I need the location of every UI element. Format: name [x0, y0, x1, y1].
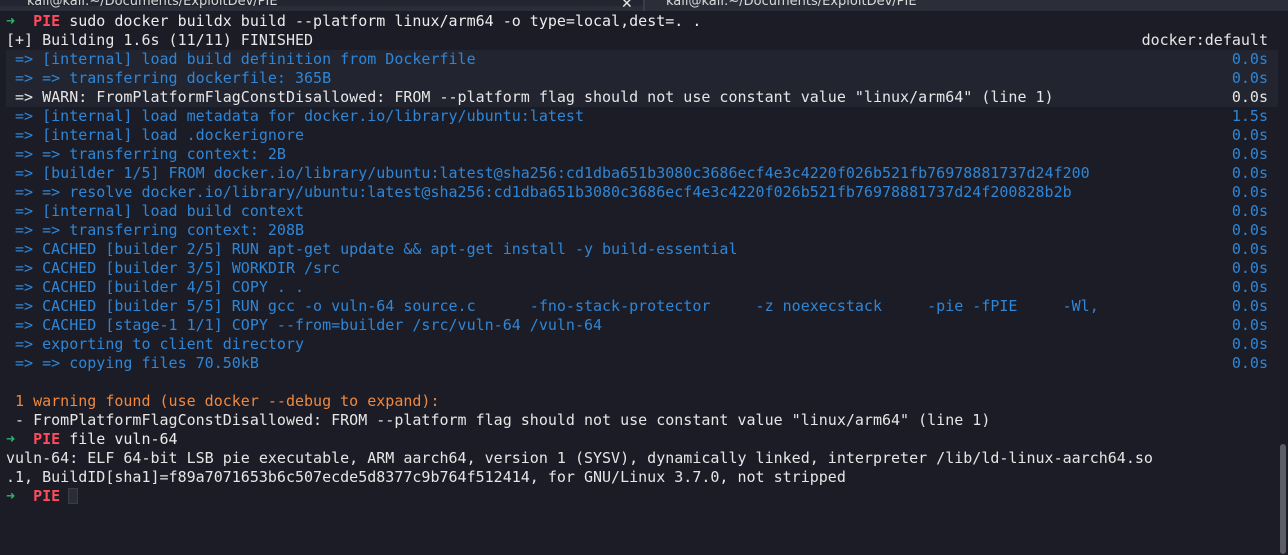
build-step: => => resolve docker.io/library/ubuntu:l…	[6, 183, 1278, 202]
step-time: 0.0s	[1231, 240, 1268, 258]
build-step: => [internal] load build context 0.0s	[6, 202, 1278, 221]
step-text: => [internal] load build definition from…	[15, 50, 476, 68]
step-text: => CACHED [builder 5/5] RUN gcc -o vuln-…	[15, 297, 1099, 315]
prompt-dir: PIE	[33, 487, 61, 505]
step-text: => [internal] load .dockerignore	[15, 126, 305, 144]
prompt-arrow-icon: ➜	[6, 487, 16, 505]
step-text: => exporting to client directory	[15, 335, 305, 353]
build-status: [+] Building 1.6s (11/11) FINISHED	[6, 31, 314, 49]
build-step: => CACHED [builder 3/5] WORKDIR /src 0.0s	[6, 259, 1278, 278]
build-step: => exporting to client directory 0.0s	[6, 335, 1278, 354]
build-header: [+] Building 1.6s (11/11) FINISHED docker…	[6, 31, 1278, 50]
prompt-arrow-icon: ➜	[6, 12, 16, 30]
build-step: => CACHED [builder 5/5] RUN gcc -o vuln-…	[6, 297, 1278, 316]
step-text: => [internal] load metadata for docker.i…	[15, 107, 584, 125]
step-time: 0.0s	[1231, 335, 1268, 353]
step-text: => CACHED [stage-1 1/1] COPY --from=buil…	[15, 316, 603, 334]
build-step: => [builder 1/5] FROM docker.io/library/…	[6, 164, 1278, 183]
close-icon[interactable]: ✕	[621, 0, 633, 11]
tab-terminal-1[interactable]: kali@kali:~/Documents/ExploitDev/PIE	[0, 0, 643, 9]
build-step: => CACHED [stage-1 1/1] COPY --from=buil…	[6, 316, 1278, 335]
step-time: 0.0s	[1231, 278, 1268, 296]
build-step-warning: => WARN: FromPlatformFlagConstDisallowed…	[6, 88, 1278, 107]
step-text: => CACHED [builder 2/5] RUN apt-get upda…	[15, 240, 738, 258]
tab-title: kali@kali:~/Documents/ExploitDev/PIE	[666, 0, 917, 9]
text-cursor[interactable]	[68, 488, 79, 504]
step-time: 0.0s	[1231, 183, 1268, 201]
build-step: => => transferring context: 2B 0.0s	[6, 145, 1278, 164]
command-text: sudo docker buildx build --platform linu…	[69, 12, 702, 30]
step-text: => => transferring dockerfile: 365B	[15, 69, 332, 87]
terminal-output[interactable]: ➜ PIE sudo docker buildx build --platfor…	[0, 12, 1278, 555]
builder-tag: docker:default	[1141, 31, 1268, 49]
step-time: 0.0s	[1231, 316, 1268, 334]
build-step: => CACHED [builder 4/5] COPY . . 0.0s	[6, 278, 1278, 297]
step-text: => WARN: FromPlatformFlagConstDisallowed…	[15, 88, 1054, 106]
step-text: => CACHED [builder 3/5] WORKDIR /src	[15, 259, 341, 277]
command-line: ➜ PIE sudo docker buildx build --platfor…	[6, 12, 1278, 31]
warning-detail: - FromPlatformFlagConstDisallowed: FROM …	[6, 411, 991, 429]
command-line: ➜ PIE file vuln-64	[6, 430, 1278, 449]
step-time: 0.0s	[1231, 259, 1268, 277]
build-step: => => transferring context: 208B 0.0s	[6, 221, 1278, 240]
build-step: => CACHED [builder 2/5] RUN apt-get upda…	[6, 240, 1278, 259]
step-time: 0.0s	[1231, 145, 1268, 163]
step-time: 0.0s	[1231, 88, 1268, 106]
prompt-arrow-icon: ➜	[6, 430, 16, 448]
scrollbar-track[interactable]	[1278, 12, 1288, 555]
tab-terminal-2[interactable]: kali@kali:~/Documents/ExploitDev/PIE	[645, 0, 1288, 9]
step-time: 0.0s	[1231, 297, 1268, 315]
build-step: => => copying files 70.50kB 0.0s	[6, 354, 1278, 373]
build-step: => [internal] load build definition from…	[6, 50, 1278, 69]
step-text: => => transferring context: 2B	[15, 145, 286, 163]
tab-bar: kali@kali:~/Documents/ExploitDev/PIE ✕ k…	[0, 0, 1288, 11]
tab-title: kali@kali:~/Documents/ExploitDev/PIE	[27, 0, 278, 9]
file-output-line: vuln-64: ELF 64-bit LSB pie executable, …	[6, 449, 1153, 467]
step-time: 0.0s	[1231, 202, 1268, 220]
step-time: 0.0s	[1231, 50, 1268, 68]
command-text: file vuln-64	[69, 430, 178, 448]
step-time: 0.0s	[1231, 221, 1268, 239]
warning-summary: 1 warning found (use docker --debug to e…	[6, 392, 440, 410]
build-step: => => transferring dockerfile: 365B 0.0s	[6, 69, 1278, 88]
step-text: => [builder 1/5] FROM docker.io/library/…	[15, 164, 1090, 182]
step-text: => => transferring context: 208B	[15, 221, 305, 239]
step-time: 0.0s	[1231, 354, 1268, 372]
scrollbar-thumb[interactable]	[1280, 444, 1286, 554]
prompt-dir: PIE	[33, 12, 61, 30]
step-text: => CACHED [builder 4/5] COPY . .	[15, 278, 305, 296]
step-time: 0.0s	[1231, 164, 1268, 182]
file-output-line: .1, BuildID[sha1]=f89a7071653b6c507ecde5…	[6, 468, 846, 486]
step-time: 0.0s	[1231, 126, 1268, 144]
active-prompt: ➜ PIE	[6, 487, 1278, 506]
step-text: => [internal] load build context	[15, 202, 305, 220]
step-text: => => copying files 70.50kB	[15, 354, 259, 372]
build-step: => [internal] load .dockerignore 0.0s	[6, 126, 1278, 145]
step-time: 1.5s	[1231, 107, 1268, 125]
step-time: 0.0s	[1231, 69, 1268, 87]
build-step: => [internal] load metadata for docker.i…	[6, 107, 1278, 126]
step-text: => => resolve docker.io/library/ubuntu:l…	[15, 183, 1072, 201]
prompt-dir: PIE	[33, 430, 61, 448]
